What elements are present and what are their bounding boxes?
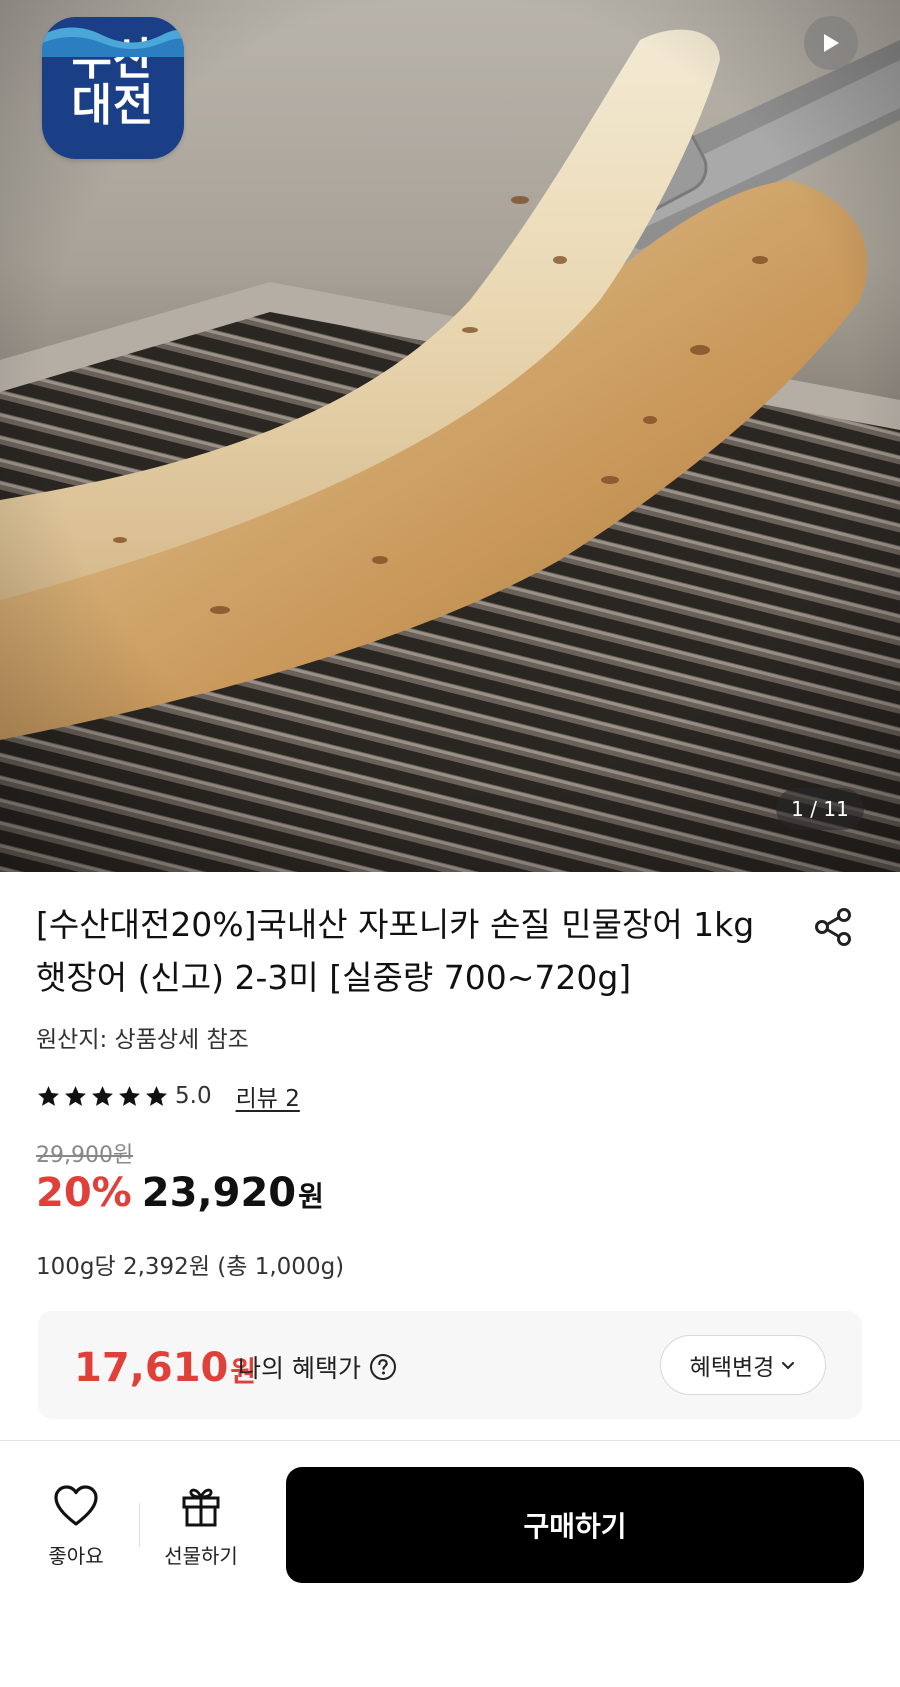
unit-price: 100g당 2,392원 (총 1,000g) — [36, 1254, 345, 1280]
rating-stars — [36, 1084, 169, 1109]
benefit-change-button[interactable]: 혜택변경 — [660, 1335, 826, 1395]
sale-price: 23,920 — [141, 1170, 297, 1216]
origin-info: 원산지: 상품상세 참조 — [36, 1027, 249, 1053]
gift-button[interactable]: 선물하기 — [158, 1484, 244, 1574]
benefit-label-group: 나의 혜택가 — [238, 1349, 397, 1385]
buy-button[interactable]: 구매하기 — [286, 1467, 864, 1583]
image-counter: 1 / 11 — [776, 788, 864, 830]
video-play-button[interactable] — [804, 16, 858, 70]
benefit-change-label: 혜택변경 — [689, 1355, 775, 1381]
discount-rate: 20% — [36, 1170, 132, 1216]
like-label: 좋아요 — [48, 1544, 104, 1568]
star-icon — [65, 1085, 86, 1106]
brand-logo: 수산 대전 — [42, 17, 184, 159]
star-icon — [38, 1085, 59, 1106]
price-row: 20% 23,920 원 — [36, 1170, 324, 1216]
benefit-label: 나의 혜택가 — [238, 1354, 361, 1383]
share-icon[interactable] — [812, 905, 856, 949]
rating-row: 5.0 리뷰 2 — [36, 1080, 300, 1112]
star-icon — [146, 1085, 167, 1106]
question-circle-icon[interactable] — [369, 1353, 397, 1381]
benefit-price-box: 17,610 원 나의 혜택가 혜택변경 — [38, 1311, 862, 1419]
sale-price-unit: 원 — [298, 1180, 324, 1213]
star-icon — [92, 1085, 113, 1106]
benefit-price: 17,610 원 — [74, 1345, 256, 1391]
gift-icon — [182, 1488, 220, 1527]
heart-icon — [54, 1485, 98, 1526]
rating-value: 5.0 — [175, 1083, 212, 1109]
product-image-gallery[interactable]: 수산 대전 1 / 11 — [0, 0, 900, 872]
gift-label: 선물하기 — [164, 1544, 238, 1568]
benefit-price-amount: 17,610 — [74, 1345, 229, 1391]
like-button[interactable]: 좋아요 — [36, 1484, 116, 1574]
product-title: [수산대전20%]국내산 자포니카 손질 민물장어 1kg 햇장어 (신고) 2… — [36, 905, 755, 997]
brand-logo-line2: 대전 — [71, 80, 155, 131]
bottom-bar-separator — [139, 1503, 140, 1547]
section-divider — [0, 1440, 900, 1441]
play-icon — [824, 34, 839, 52]
star-icon — [119, 1085, 140, 1106]
chevron-down-icon — [782, 1362, 795, 1369]
review-link[interactable]: 리뷰 2 — [236, 1079, 300, 1113]
original-price: 29,900원 — [36, 1143, 134, 1168]
waves-icon — [42, 27, 184, 57]
